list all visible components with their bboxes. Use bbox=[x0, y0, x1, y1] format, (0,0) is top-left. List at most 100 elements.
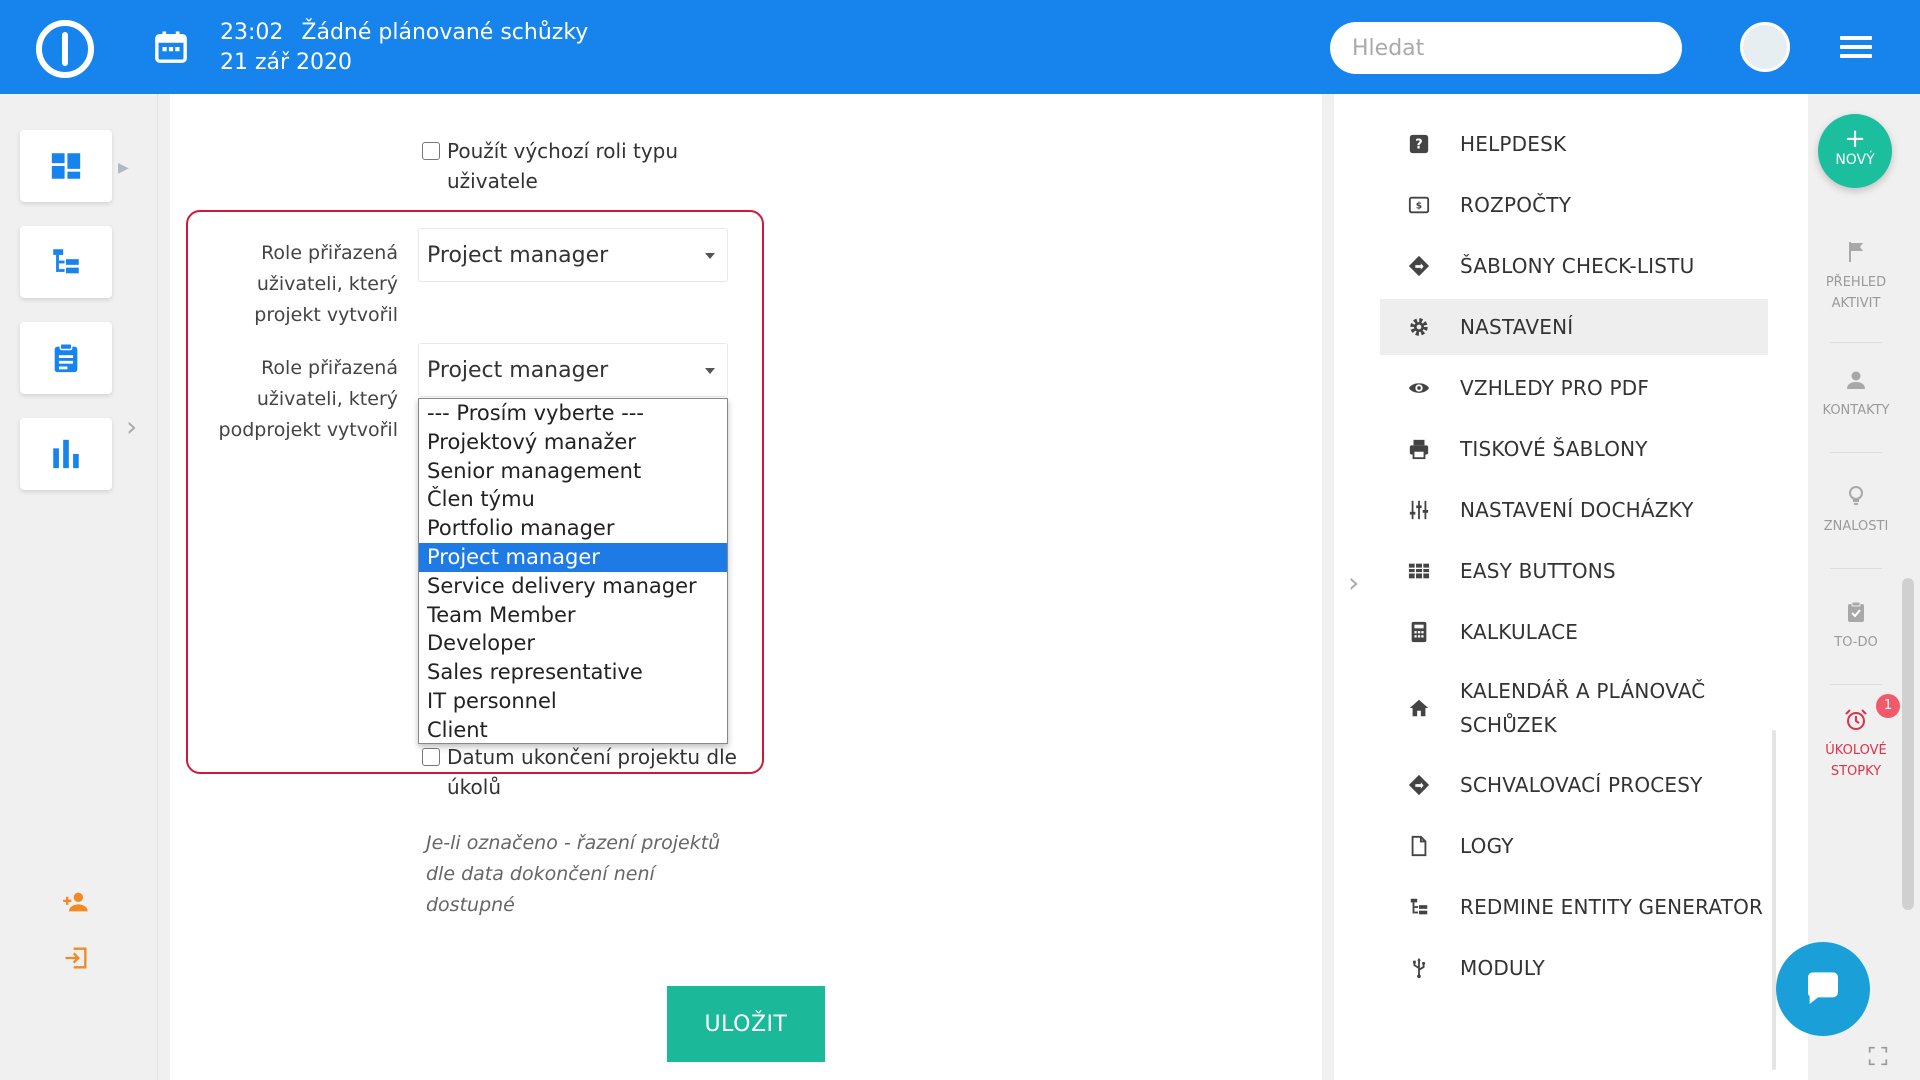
menu-scrollbar[interactable] bbox=[1772, 730, 1776, 1070]
dropdown-option[interactable]: Portfolio manager bbox=[419, 514, 727, 543]
calendar-icon[interactable] bbox=[154, 30, 188, 64]
fullscreen-icon[interactable] bbox=[1868, 1046, 1888, 1066]
menu-item-label: LOGY bbox=[1460, 834, 1514, 858]
dropdown-option[interactable]: Client bbox=[419, 716, 727, 745]
rail-divider bbox=[1830, 452, 1882, 453]
activity-overview-button[interactable]: PŘEHLED AKTIVIT bbox=[1808, 240, 1904, 314]
contacts-button[interactable]: KONTAKTY bbox=[1808, 368, 1904, 421]
dashboard-icon bbox=[51, 153, 81, 179]
projects-tree-button[interactable] bbox=[20, 226, 112, 298]
menu-item-attendance-settings[interactable]: NASTAVENÍ DOCHÁZKY bbox=[1380, 482, 1768, 538]
page-scrollbar[interactable] bbox=[1902, 578, 1914, 910]
dropdown-option-selected[interactable]: Project manager bbox=[419, 542, 727, 572]
sliders-icon bbox=[1409, 500, 1429, 520]
add-user-icon[interactable] bbox=[62, 888, 90, 916]
menu-item-label: MODULY bbox=[1460, 956, 1545, 980]
meeting-info[interactable]: 23:02 Žádné plánované schůzky 21 zář 2020 bbox=[220, 18, 588, 78]
chat-button[interactable] bbox=[1776, 942, 1870, 1036]
menu-item-approval-processes[interactable]: SCHVALOVACÍ PROCESY bbox=[1380, 757, 1768, 813]
tasks-button[interactable] bbox=[20, 322, 112, 394]
dropdown-option[interactable]: Team Member bbox=[419, 601, 727, 630]
menu-item-print-templates[interactable]: TISKOVÉ ŠABLONY bbox=[1380, 421, 1768, 477]
person-icon bbox=[1847, 371, 1865, 389]
role-subproject-label: Role přiřazená uživateli, který podproje… bbox=[218, 357, 398, 441]
menu-item-label: KALENDÁŘ A PLÁNOVAČ SCHŮZEK bbox=[1460, 679, 1706, 737]
menu-item-easy-buttons[interactable]: EASY BUTTONS bbox=[1380, 543, 1768, 599]
new-item-button[interactable]: + NOVÝ bbox=[1818, 114, 1892, 188]
help-icon: ? bbox=[1409, 134, 1429, 154]
dashboard-button[interactable]: ▶ bbox=[20, 130, 129, 202]
role-subproject-select[interactable]: Project manager bbox=[418, 343, 728, 397]
search-input[interactable] bbox=[1330, 22, 1682, 74]
timers-label: ÚKOLOVÉ STOPKY bbox=[1825, 743, 1887, 779]
todo-clipboard-icon bbox=[1848, 601, 1864, 622]
app-logo-icon[interactable] bbox=[36, 20, 94, 78]
menu-item-calendar-planner[interactable]: KALENDÁŘ A PLÁNOVAČ SCHŮZEK bbox=[1380, 670, 1768, 746]
svg-text:?: ? bbox=[1415, 138, 1423, 153]
default-role-checkbox[interactable] bbox=[422, 142, 440, 160]
chat-bubble-icon bbox=[1807, 972, 1838, 1004]
current-time: 23:02 bbox=[220, 20, 284, 45]
caret-right-icon: ▶ bbox=[118, 160, 129, 176]
default-role-option[interactable]: Použít výchozí roli typu uživatele bbox=[422, 136, 702, 196]
end-date-checkbox[interactable] bbox=[422, 748, 440, 766]
dropdown-option[interactable]: Sales representative bbox=[419, 658, 727, 687]
role-project-select[interactable]: Project manager bbox=[418, 228, 728, 282]
reports-button[interactable] bbox=[20, 418, 112, 490]
role-dropdown-list[interactable]: --- Prosím vyberte --- Projektový manaže… bbox=[418, 398, 728, 744]
menu-item-modules[interactable]: MODULY bbox=[1380, 940, 1768, 996]
expand-left-chevron-icon[interactable]: › bbox=[126, 410, 137, 443]
hamburger-menu-icon[interactable] bbox=[1840, 36, 1872, 58]
rail-divider bbox=[1830, 568, 1882, 569]
dropdown-option[interactable]: Projektový manažer bbox=[419, 428, 727, 457]
menu-item-label: TISKOVÉ ŠABLONY bbox=[1460, 437, 1648, 461]
dropdown-arrow-icon bbox=[705, 368, 715, 374]
menu-item-settings[interactable]: NASTAVENÍ bbox=[1380, 299, 1768, 355]
menu-item-label: VZHLEDY PRO PDF bbox=[1460, 376, 1650, 400]
dropdown-option[interactable]: --- Prosím vyberte --- bbox=[419, 399, 727, 428]
dropdown-option[interactable]: IT personnel bbox=[419, 687, 727, 716]
dropdown-option[interactable]: Senior management bbox=[419, 457, 727, 486]
menu-item-helpdesk[interactable]: ? HELPDESK bbox=[1380, 116, 1768, 172]
end-date-option[interactable]: Datum ukončení projektu dle úkolů bbox=[422, 742, 742, 802]
svg-text:$: $ bbox=[1416, 201, 1423, 212]
menu-item-label: SCHVALOVACÍ PROCESY bbox=[1460, 773, 1703, 797]
collapse-menu-chevron-icon[interactable]: › bbox=[1348, 566, 1359, 599]
todo-button[interactable]: TO-DO bbox=[1808, 600, 1904, 653]
menu-item-label: NASTAVENÍ bbox=[1460, 315, 1574, 339]
role-project-label: Role přiřazená uživateli, který projekt … bbox=[254, 242, 398, 326]
dropdown-option[interactable]: Člen týmu bbox=[419, 485, 727, 514]
contacts-label: KONTAKTY bbox=[1822, 403, 1890, 418]
knowledge-button[interactable]: ZNALOSTI bbox=[1808, 484, 1904, 537]
menu-item-budgets[interactable]: $ ROZPOČTY bbox=[1380, 177, 1768, 233]
calculator-icon bbox=[1411, 621, 1427, 643]
menu-item-checklist-templates[interactable]: ŠABLONY CHECK-LISTU bbox=[1380, 238, 1768, 294]
menu-item-entity-generator[interactable]: REDMINE ENTITY GENERATOR bbox=[1380, 879, 1768, 935]
save-button[interactable]: ULOŽIT bbox=[667, 986, 825, 1062]
gear-icon bbox=[1410, 318, 1428, 336]
printer-icon bbox=[1409, 439, 1429, 460]
menu-item-label: ŠABLONY CHECK-LISTU bbox=[1460, 254, 1695, 278]
timers-count-badge: 1 bbox=[1876, 694, 1900, 718]
top-bar: 23:02 Žádné plánované schůzky 21 zář 2020 bbox=[0, 0, 1920, 94]
login-icon[interactable] bbox=[62, 944, 90, 972]
meeting-status: Žádné plánované schůzky bbox=[301, 20, 589, 45]
usb-icon bbox=[1413, 957, 1426, 979]
dropdown-option[interactable]: Developer bbox=[419, 629, 727, 658]
menu-item-pdf-themes[interactable]: VZHLEDY PRO PDF bbox=[1380, 360, 1768, 416]
menu-item-label: EASY BUTTONS bbox=[1460, 559, 1616, 583]
user-avatar[interactable] bbox=[1740, 22, 1790, 72]
menu-item-label: NASTAVENÍ DOCHÁZKY bbox=[1460, 498, 1694, 522]
end-date-label: Datum ukončení projektu dle úkolů bbox=[447, 745, 737, 799]
role-project-value: Project manager bbox=[427, 243, 609, 268]
task-timers-button[interactable]: ÚKOLOVÉ STOPKY bbox=[1808, 708, 1904, 782]
lightbulb-icon bbox=[1849, 486, 1863, 505]
dropdown-option[interactable]: Service delivery manager bbox=[419, 572, 727, 601]
menu-item-logs[interactable]: LOGY bbox=[1380, 818, 1768, 874]
rail-divider bbox=[1830, 342, 1882, 343]
plus-icon: + bbox=[1844, 124, 1866, 154]
menu-item-calculations[interactable]: KALKULACE bbox=[1380, 604, 1768, 660]
end-date-note: Je-li označeno - řazení projektů dle dat… bbox=[426, 832, 721, 916]
grid-icon bbox=[1408, 563, 1430, 579]
new-label: NOVÝ bbox=[1835, 152, 1875, 168]
